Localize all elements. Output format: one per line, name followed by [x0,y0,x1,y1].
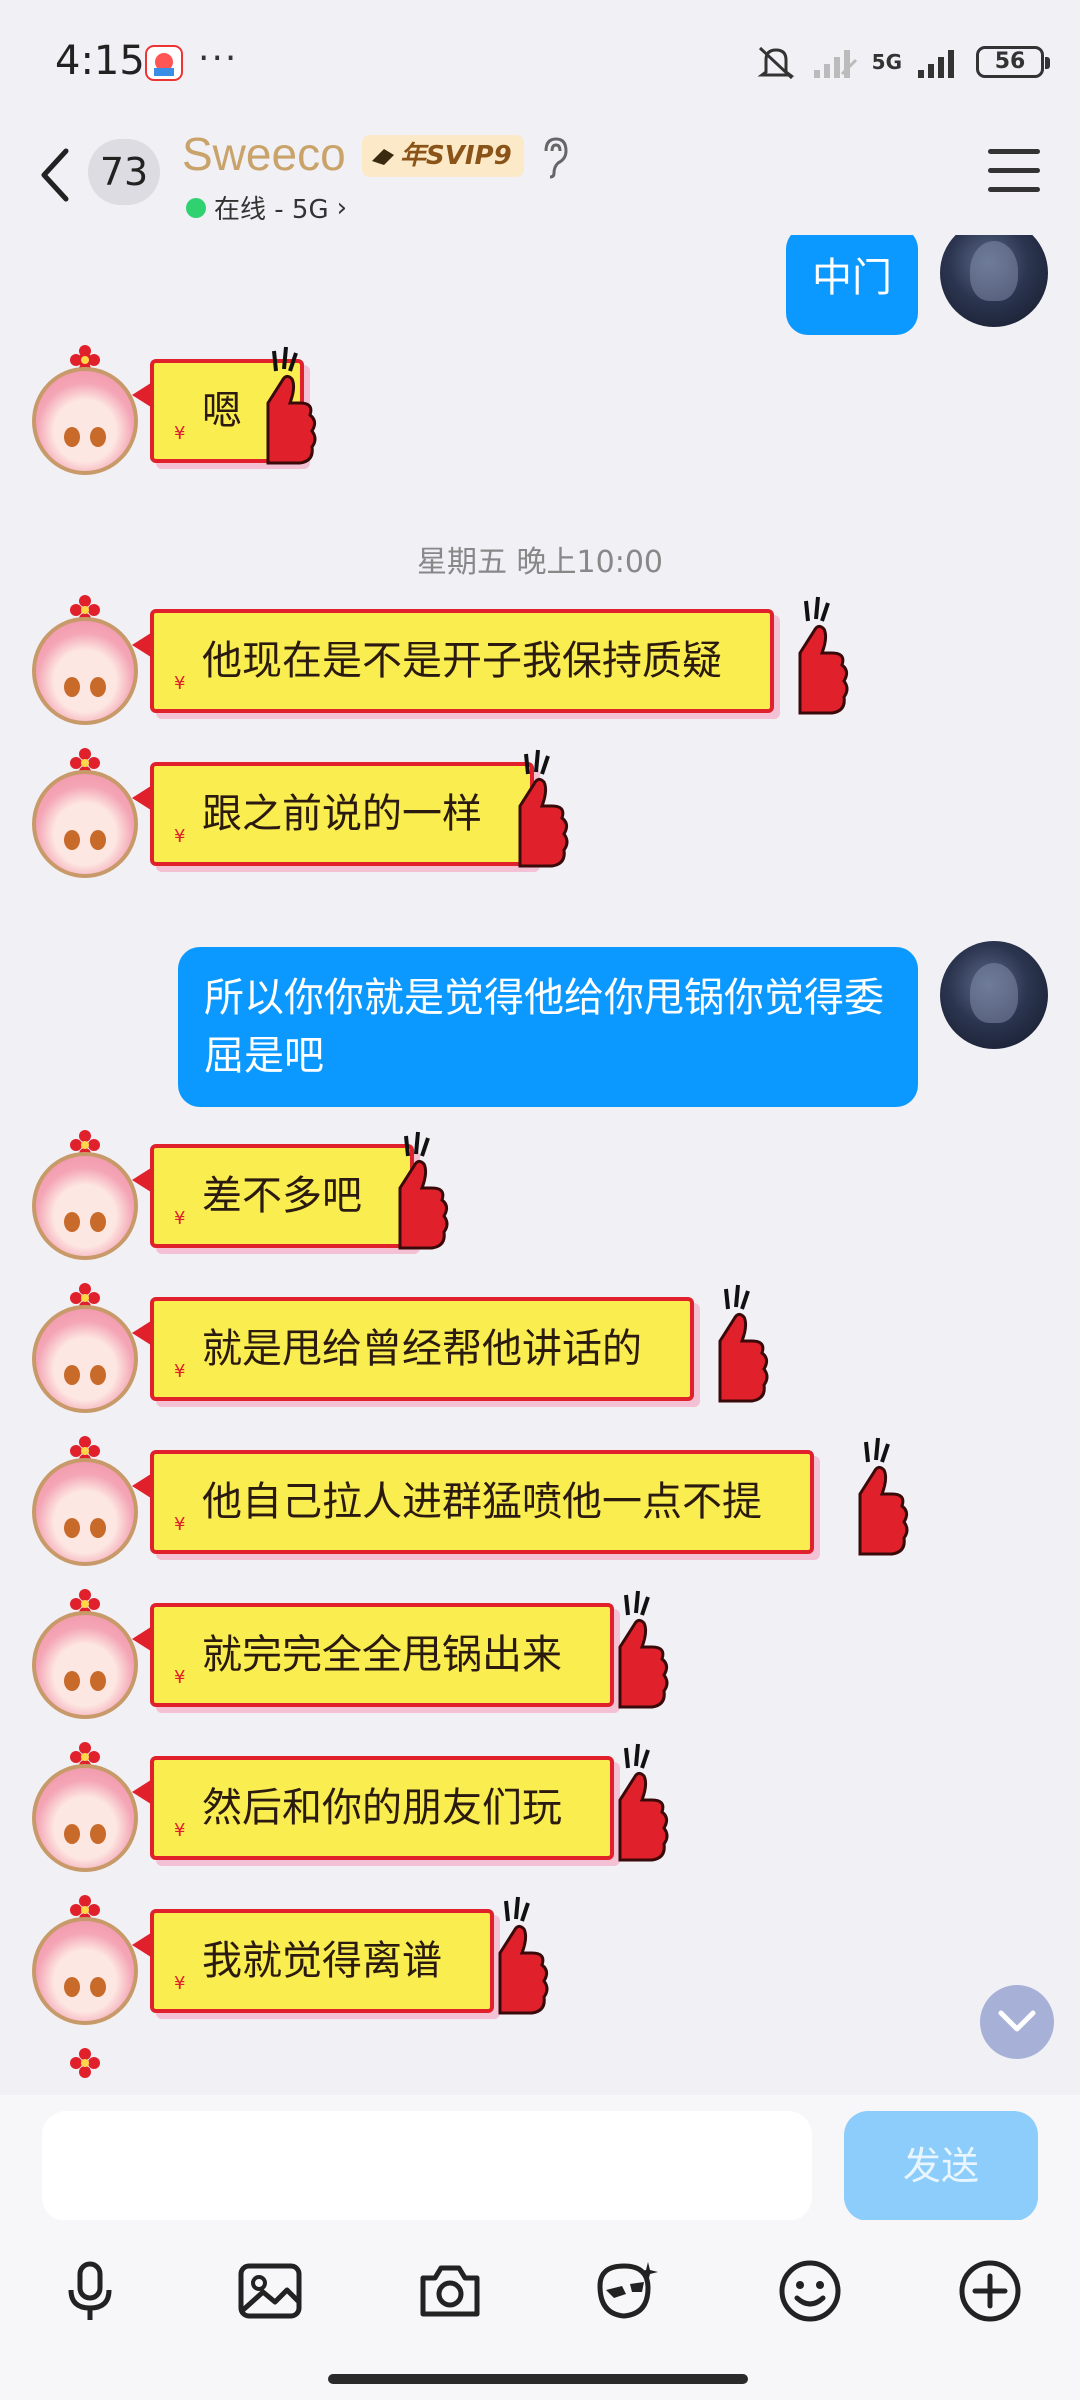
contact-avatar[interactable] [32,595,138,725]
message-text: 差不多吧 [150,1144,414,1248]
network-type: 5G [871,50,902,74]
camera-icon[interactable] [415,2256,485,2326]
message-text: 我就觉得离谱 [150,1909,494,2013]
input-bar: 发送 [0,2095,1080,2221]
chevron-down-icon [998,2010,1036,2032]
sticker-icon[interactable] [592,2256,662,2326]
message-row: 就完完全全甩锅出来 ¥ [0,1589,1080,1719]
message-text: 他现在是不是开子我保持质疑 [150,609,774,713]
more-notifications-icon: ··· [198,38,239,79]
thumbs-up-icon [798,596,849,715]
timestamp-divider: 星期五 晚上10:00 [417,545,663,580]
flower-icon [70,2048,100,2078]
ear-mode-icon[interactable] [538,135,572,179]
clock: 4:15 [55,38,145,84]
mic-icon[interactable] [55,2256,125,2326]
message-list[interactable]: 中门 嗯 ¥ 星期五 晚上10:00 他现在是不是开子我保持质疑 ¥ 跟之前说的… [0,235,1080,2095]
message-row: 中门 [0,235,1080,347]
contact-avatar[interactable] [32,1895,138,2025]
message-text: 就是甩给曾经帮他讲话的 [150,1297,694,1401]
message-row: 他自己拉人进群猛喷他一点不提 ¥ [0,1436,1080,1566]
chat-header: 73 Sweeco 年SVIP9 在线 - 5G › [0,125,1080,235]
online-dot-icon [186,197,206,218]
vip-hat-icon [372,149,394,165]
input-toolbar [0,2220,1080,2400]
message-text: 就完完全全甩锅出来 [150,1603,614,1707]
vip-badge[interactable]: 年SVIP9 [362,135,524,177]
my-message-bubble[interactable]: 中门 [786,235,918,335]
unread-count-badge[interactable]: 73 [88,139,160,205]
status-bar: 4:15 ··· 5G 56 [0,0,1080,125]
contact-avatar[interactable] [32,1436,138,1566]
emoji-icon[interactable] [775,2256,845,2326]
message-input[interactable] [42,2111,812,2221]
menu-icon[interactable] [988,149,1040,193]
app-notification-icon [145,45,183,81]
image-icon[interactable] [235,2256,305,2326]
signal-icon-sim1 [813,50,857,78]
message-row: 他现在是不是开子我保持质疑 ¥ [0,595,1080,725]
my-message-bubble[interactable]: 所以你你就是觉得他给你甩锅你觉得委屈是吧 [178,947,918,1107]
battery-icon: 56 [976,46,1050,78]
message-text: 然后和你的朋友们玩 [150,1756,614,1860]
my-avatar[interactable] [940,941,1048,1049]
thumbs-up-icon [718,1284,769,1403]
back-arrow-icon[interactable] [36,145,76,205]
thumbs-up-icon [398,1131,449,1250]
contact-avatar[interactable] [32,748,138,878]
message-row: 差不多吧 ¥ [0,1130,1080,1260]
contact-avatar[interactable] [32,1283,138,1413]
message-row: 所以你你就是觉得他给你甩锅你觉得委屈是吧 [0,941,1080,1127]
mute-icon [757,46,795,80]
presence-text: 在线 - 5G [214,195,329,225]
message-row: 然后和你的朋友们玩 ¥ [0,1742,1080,1872]
thumbs-up-icon [618,1590,669,1709]
thumbs-up-icon [858,1437,909,1556]
my-avatar[interactable] [940,235,1048,327]
message-row: 嗯 ¥ [0,345,1080,475]
message-row: 就是甩给曾经帮他讲话的 ¥ [0,1283,1080,1413]
signal-icon-sim2 [918,50,954,78]
contact-avatar[interactable] [32,345,138,475]
contact-name[interactable]: Sweeco [182,127,346,181]
thumbs-up-icon [618,1743,669,1862]
send-button[interactable]: 发送 [844,2111,1038,2221]
thumbs-up-icon [518,749,569,868]
message-row: 我就觉得离谱 ¥ [0,1895,1080,2025]
message-text: 跟之前说的一样 [150,762,534,866]
scroll-to-bottom-button[interactable] [980,1985,1054,2059]
presence-status[interactable]: 在线 - 5G › [186,189,347,226]
thumbs-up-icon [498,1896,549,2015]
message-text: 他自己拉人进群猛喷他一点不提 [150,1450,814,1554]
contact-avatar[interactable] [32,1742,138,1872]
vip-badge-label: 年SVIP9 [400,141,512,171]
contact-avatar[interactable] [32,1589,138,1719]
home-indicator[interactable] [328,2374,748,2384]
thumbs-up-icon [266,346,317,465]
message-row: 跟之前说的一样 ¥ [0,748,1080,878]
contact-avatar[interactable] [32,1130,138,1260]
message-row-partial [0,2048,1080,2095]
chevron-right-icon: › [336,192,348,223]
plus-icon[interactable] [955,2256,1025,2326]
